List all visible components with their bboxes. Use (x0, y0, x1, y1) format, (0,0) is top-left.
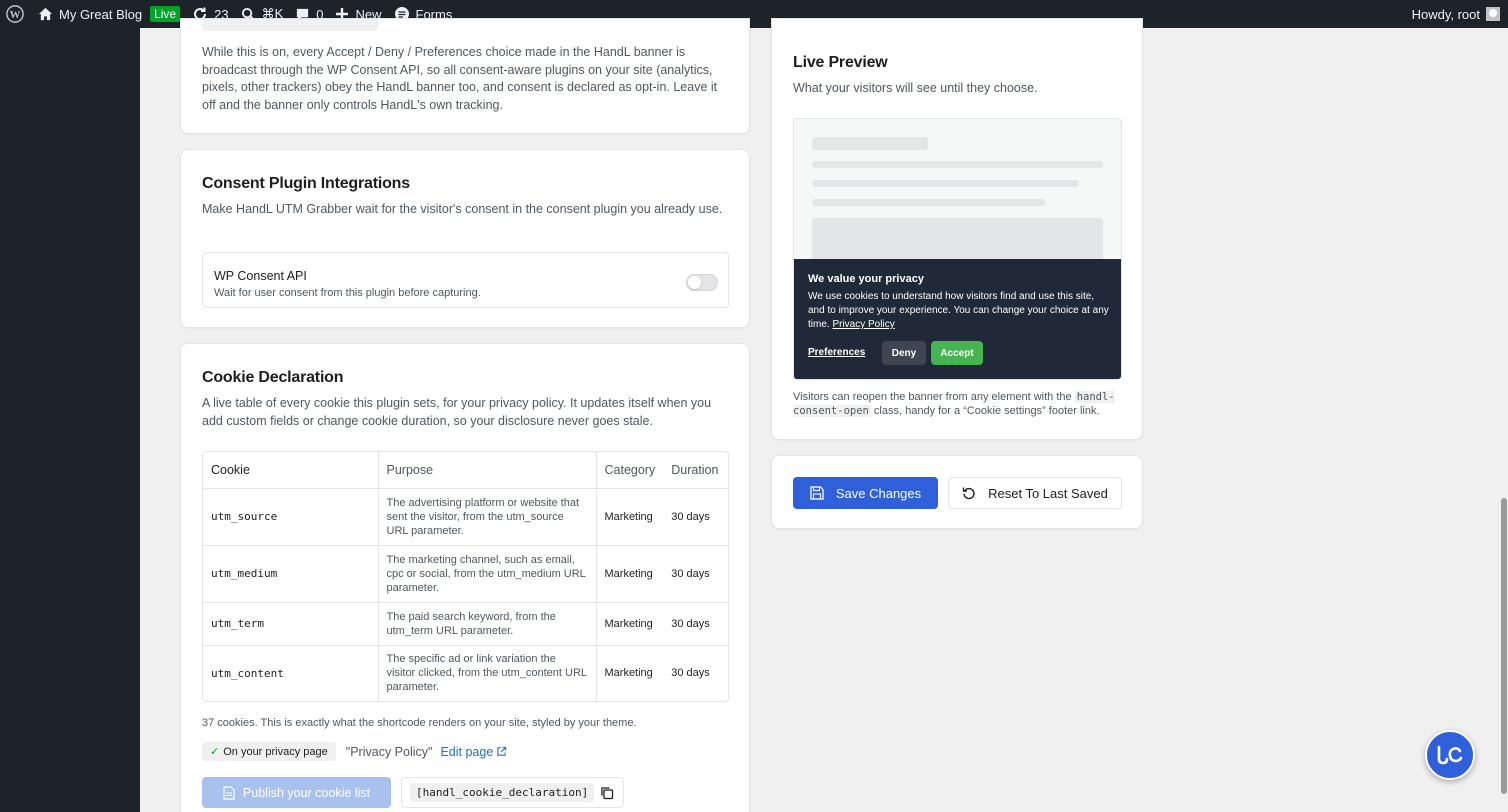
preview-note: Visitors can reopen the banner from any … (793, 390, 1128, 418)
live-preview-card: Live Preview What your visitors will see… (771, 18, 1143, 440)
preferences-button[interactable]: Preferences (802, 343, 871, 362)
page-scrollbar[interactable] (1500, 28, 1508, 812)
cookie-declaration-card: Cookie Declaration A live table of every… (180, 343, 750, 812)
integration-row-wp-consent-api: WP Consent API Wait for user consent fro… (202, 252, 729, 308)
check-icon: ✓ (210, 746, 220, 758)
handl-help-icon[interactable] (1425, 730, 1475, 780)
external-link-icon (497, 746, 507, 756)
consent-integrations-card: Consent Plugin Integrations Make HandL U… (180, 149, 750, 328)
preview-title: Live Preview (793, 54, 888, 71)
reset-label: Reset To Last Saved (988, 485, 1108, 501)
status-label: On your privacy page (223, 745, 328, 758)
cookie-duration: 30 days (663, 645, 728, 701)
publish-cookie-list-button[interactable]: Publish your cookie list (202, 777, 391, 808)
cookie-category: Marketing (596, 545, 664, 603)
shortcode-box: [handl_cookie_declaration] (401, 777, 624, 808)
preview-description: What your visitors will see until they c… (793, 81, 1038, 95)
cookie-purpose: The specific ad or link variation the vi… (378, 645, 597, 701)
cookie-name: utm_medium (203, 545, 379, 603)
wp-consent-api-toggle[interactable] (686, 274, 718, 291)
cookie-duration: 30 days (663, 488, 728, 546)
status-badge: ✓ On your privacy page (202, 742, 336, 761)
cookie-purpose: The marketing channel, such as email, cp… (378, 545, 597, 603)
integration-subtitle: Wait for user consent from this plugin b… (214, 287, 481, 299)
integration-name: WP Consent API (214, 269, 307, 283)
undo-icon (962, 487, 975, 500)
column-header-cookie: Cookie (203, 452, 379, 489)
cookie-name: utm_source (203, 488, 379, 546)
avatar (1486, 7, 1500, 21)
edit-page-link[interactable]: Edit page (440, 745, 507, 759)
consent-banner-preview: We value your privacy We use cookies to … (794, 259, 1121, 379)
integrations-description: Make HandL UTM Grabber wait for the visi… (202, 202, 723, 216)
column-header-duration: Duration (663, 452, 728, 489)
preview-frame: We value your privacy We use cookies to … (793, 118, 1122, 380)
privacy-policy-link[interactable]: Privacy Policy (832, 319, 894, 330)
skeleton-line (812, 199, 1045, 206)
cookie-duration: 30 days (663, 545, 728, 603)
document-icon (223, 785, 235, 800)
copy-icon[interactable] (600, 786, 614, 800)
banner-title: We value your privacy (808, 273, 924, 285)
cookie-purpose: The advertising platform or website that… (378, 488, 597, 546)
cookie-declaration-title: Cookie Declaration (202, 369, 344, 386)
table-row: utm_source The advertising platform or w… (203, 488, 728, 546)
save-changes-button[interactable]: Save Changes (793, 477, 938, 509)
site-name-link[interactable]: My Great Blog Live (32, 0, 186, 28)
cookie-count-note: 37 cookies. This is exactly what the sho… (202, 717, 637, 729)
edit-page-label: Edit page (440, 744, 494, 759)
cookie-name: utm_term (203, 602, 379, 646)
table-row: utm_medium The marketing channel, such a… (203, 545, 728, 603)
my-account-link[interactable]: Howdy, root (1412, 0, 1508, 28)
table-row: utm_term The paid search keyword, from t… (203, 602, 728, 646)
banner-text: We use cookies to understand how visitor… (808, 290, 1110, 332)
column-header-category: Category (596, 452, 664, 489)
save-icon (810, 486, 824, 500)
cookie-duration: 30 days (663, 602, 728, 646)
cookie-table[interactable]: Cookie Purpose Category Duration utm_sou… (202, 451, 729, 702)
reset-button[interactable]: Reset To Last Saved (948, 477, 1122, 509)
wp-consent-broadcast-card: While this is on, every Accept / Deny / … (180, 18, 750, 134)
site-name: My Great Blog (59, 6, 143, 22)
live-badge: Live (150, 6, 181, 22)
note-suffix: class, handy for a “Cookie settings” foo… (873, 405, 1100, 417)
note-prefix: Visitors can reopen the banner from any … (793, 391, 1072, 403)
privacy-page-status: ✓ On your privacy page "Privacy Policy" … (202, 742, 507, 761)
publish-label: Publish your cookie list (242, 785, 371, 800)
actions-card: Save Changes Reset To Last Saved (771, 455, 1143, 529)
home-icon (38, 7, 53, 21)
integrations-title: Consent Plugin Integrations (202, 175, 410, 192)
cookie-declaration-description: A live table of every cookie this plugin… (202, 396, 712, 428)
toggle-knob (688, 276, 701, 289)
accept-button[interactable]: Accept (931, 341, 983, 365)
deny-button[interactable]: Deny (882, 341, 926, 365)
greeting: Howdy, root (1411, 6, 1480, 22)
privacy-page-name: "Privacy Policy" (345, 744, 433, 759)
svg-text:W: W (10, 9, 21, 21)
cookie-category: Marketing (596, 645, 664, 701)
wordpress-logo-icon[interactable]: W (0, 0, 32, 28)
scrollbar-thumb[interactable] (1501, 498, 1507, 794)
column-header-purpose: Purpose (378, 452, 597, 489)
cookie-category: Marketing (596, 488, 664, 546)
skeleton-line (812, 161, 1103, 168)
shortcode-text[interactable]: [handl_cookie_declaration] (410, 783, 595, 802)
skeleton-line (812, 180, 1079, 187)
table-row: utm_content The specific ad or link vari… (203, 645, 728, 701)
skeleton-heading (812, 137, 928, 150)
admin-sidebar (0, 28, 140, 812)
cookie-category: Marketing (596, 602, 664, 646)
cookie-purpose: The paid search keyword, from the utm_te… (378, 602, 597, 646)
cookie-name: utm_content (203, 645, 379, 701)
clipped-control (202, 19, 378, 31)
wp-consent-broadcast-description: While this is on, every Accept / Deny / … (202, 45, 718, 112)
save-label: Save Changes (835, 485, 922, 501)
